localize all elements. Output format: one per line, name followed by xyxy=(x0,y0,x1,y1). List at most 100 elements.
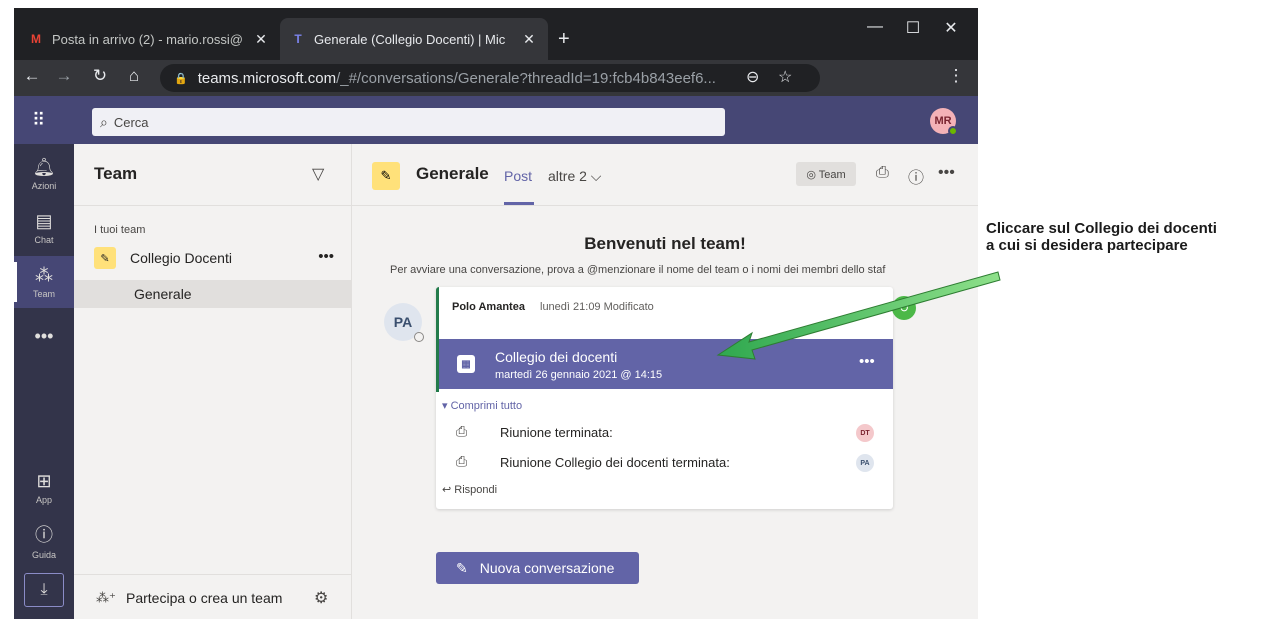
zoom-icon[interactable]: ⊖ xyxy=(746,67,759,87)
compose-icon: ✎ xyxy=(456,559,468,576)
panel-title: Team xyxy=(94,164,138,183)
team-item-collegio-docenti[interactable]: ✎ Collegio Docenti ••• xyxy=(74,242,352,274)
tab-teams[interactable]: T Generale (Collegio Docenti) | Mic ✕ xyxy=(280,18,548,60)
app-launcher-icon[interactable]: ⠿ xyxy=(32,110,46,131)
apps-icon: ⊞ xyxy=(36,471,52,491)
browser-toolbar: ← → ↻ ⌂ 🔒 teams.microsoft.com /_#/conver… xyxy=(14,60,978,96)
new-tab-button[interactable]: + xyxy=(558,28,570,51)
presence-icon xyxy=(414,332,424,342)
callout-line-2: a cui si desidera partecipare xyxy=(986,237,1188,254)
channel-title: Generale xyxy=(416,164,489,183)
meeting-card[interactable]: ▦ Collegio dei docenti martedì 26 gennai… xyxy=(439,339,893,389)
reply-item[interactable]: ⎙ Riunione terminata: DT xyxy=(456,423,886,445)
reply-label: Rispondi xyxy=(454,484,498,496)
help-icon: ⓘ xyxy=(35,524,53,545)
reply-text: Riunione terminata: xyxy=(500,425,613,440)
collapse-label: Comprimi tutto xyxy=(450,400,523,412)
teams-icon: ⁂ xyxy=(35,265,53,285)
channel-view: ✎ Generale Post altre 2 ⌵ ◎ Team ⎙ ⓘ •••… xyxy=(352,144,978,619)
tab-more[interactable]: altre 2 ⌵ xyxy=(548,168,601,185)
collapse-all-link[interactable]: ▾ Comprimi tutto xyxy=(442,399,522,412)
reply-item[interactable]: ⎙ Riunione Collegio dei docenti terminat… xyxy=(456,453,886,475)
presence-available-icon xyxy=(948,126,958,136)
channel-item-generale[interactable]: Generale xyxy=(74,280,352,308)
download-app-icon[interactable]: ⤓ xyxy=(24,573,64,607)
more-options-icon[interactable]: ••• xyxy=(318,248,334,265)
rail-item-activity[interactable]: 🔔︎ Azioni xyxy=(14,148,74,200)
bell-icon: 🔔︎ xyxy=(32,157,56,177)
rail-label: Guida xyxy=(31,549,57,560)
maximize-icon[interactable]: ☐ xyxy=(898,18,928,38)
more-options-icon[interactable]: ••• xyxy=(938,164,955,182)
meet-camera-icon[interactable]: ⎙ xyxy=(876,164,889,182)
welcome-subtitle: Per avviare una conversazione, prova a @… xyxy=(390,264,886,276)
bookmark-star-icon[interactable]: ☆ xyxy=(778,67,792,87)
back-icon[interactable]: ← xyxy=(20,66,44,86)
search-input[interactable]: ⌕ Cerca xyxy=(92,108,725,136)
rail-item-teams[interactable]: ⁂ Team xyxy=(14,256,74,308)
post-author: Polo Amantea xyxy=(452,301,525,313)
team-avatar-icon: ✎ xyxy=(372,162,400,190)
channel-header: ✎ Generale Post altre 2 ⌵ ◎ Team ⎙ ⓘ ••• xyxy=(352,144,978,206)
tab-title: Generale (Collegio Docenti) | Mic xyxy=(314,31,506,47)
reply-avatar: PA xyxy=(856,454,874,472)
more-icon: ••• xyxy=(34,325,54,346)
address-bar[interactable]: 🔒 teams.microsoft.com /_#/conversations/… xyxy=(160,64,820,92)
reply-avatar: DT xyxy=(856,424,874,442)
tab-gmail[interactable]: M Posta in arrivo (2) - mario.rossi@ ✕ xyxy=(18,18,280,60)
new-conversation-label: Nuova conversazione xyxy=(479,560,615,576)
team-button[interactable]: ◎ Team xyxy=(796,162,856,186)
settings-gear-icon[interactable]: ⚙ xyxy=(314,588,328,608)
team-name: Collegio Docenti xyxy=(130,250,232,266)
close-window-icon[interactable]: ✕ xyxy=(936,18,966,38)
welcome-title: Benvenuti nel team! xyxy=(584,234,746,253)
filter-icon[interactable]: ▽ xyxy=(312,164,324,184)
info-icon[interactable]: ⓘ xyxy=(908,164,924,188)
search-placeholder: Cerca xyxy=(113,114,149,130)
reaction-icon[interactable]: ↻ xyxy=(892,296,916,320)
reply-link[interactable]: ↩ Rispondi xyxy=(442,483,497,496)
close-tab-icon[interactable]: ✕ xyxy=(252,31,270,48)
forward-icon[interactable]: → xyxy=(52,66,76,86)
rail-label: App xyxy=(35,495,52,505)
rail-label: Team xyxy=(32,289,55,299)
tab-title: Posta in arrivo (2) - mario.rossi@ xyxy=(52,31,243,47)
browser-window: M Posta in arrivo (2) - mario.rossi@ ✕ T… xyxy=(14,8,978,619)
rail-label: Azioni xyxy=(31,181,57,191)
tab-post[interactable]: Post xyxy=(504,168,532,184)
minimize-icon[interactable]: — xyxy=(860,18,890,36)
reply-text: Riunione Collegio dei docenti terminata: xyxy=(500,455,730,470)
close-tab-icon[interactable]: ✕ xyxy=(520,31,538,48)
join-team-icon: ⁂⁺ xyxy=(96,590,116,605)
gmail-icon: M xyxy=(31,32,41,46)
rail-item-apps[interactable]: ⊞ App xyxy=(14,462,74,514)
panel-footer: ⁂⁺ Partecipa o crea un team ⚙ xyxy=(74,574,352,619)
more-options-icon[interactable]: ••• xyxy=(859,353,875,370)
author-avatar[interactable]: PA xyxy=(384,303,424,342)
section-label: I tuoi team xyxy=(94,224,146,236)
panel-header: Team ▽ xyxy=(74,144,352,206)
url-host: teams.microsoft.com xyxy=(197,69,337,87)
callout-line-1: Cliccare sul Collegio dei docenti xyxy=(986,220,1217,237)
active-tab-indicator xyxy=(504,202,534,205)
search-icon: ⌕ xyxy=(100,113,108,130)
reload-icon[interactable]: ↻ xyxy=(88,66,112,86)
screenshot-stage: M Posta in arrivo (2) - mario.rossi@ ✕ T… xyxy=(0,0,1280,619)
home-icon[interactable]: ⌂ xyxy=(122,66,146,86)
meeting-camera-icon: ⎙ xyxy=(456,453,468,469)
rail-item-chat[interactable]: ▤ Chat xyxy=(14,202,74,254)
menu-kebab-icon[interactable]: ⋮ xyxy=(944,66,968,86)
user-avatar[interactable]: MR xyxy=(930,108,958,136)
meeting-date: martedì 26 gennaio 2021 @ 14:15 xyxy=(495,369,663,381)
teams-topbar: ⠿ ⌕ Cerca MR xyxy=(14,96,978,144)
rail-label: Chat xyxy=(34,235,54,245)
url-path: /_#/conversations/Generale?threadId=19:f… xyxy=(336,69,716,87)
join-create-team-link[interactable]: Partecipa o crea un team xyxy=(126,590,282,606)
teams-list-panel: Team ▽ I tuoi team ✎ Collegio Docenti ••… xyxy=(74,144,352,619)
rail-item-more[interactable]: ••• xyxy=(14,310,74,362)
rail-item-help[interactable]: ⓘ Guida xyxy=(14,514,74,566)
new-conversation-button[interactable]: ✎ Nuova conversazione xyxy=(436,552,639,584)
teams-icon: T xyxy=(294,32,302,46)
post-card: Polo Amantea lunedì 21:09 Modificato ▦ C… xyxy=(436,287,893,509)
avatar-initials: PA xyxy=(393,314,413,330)
